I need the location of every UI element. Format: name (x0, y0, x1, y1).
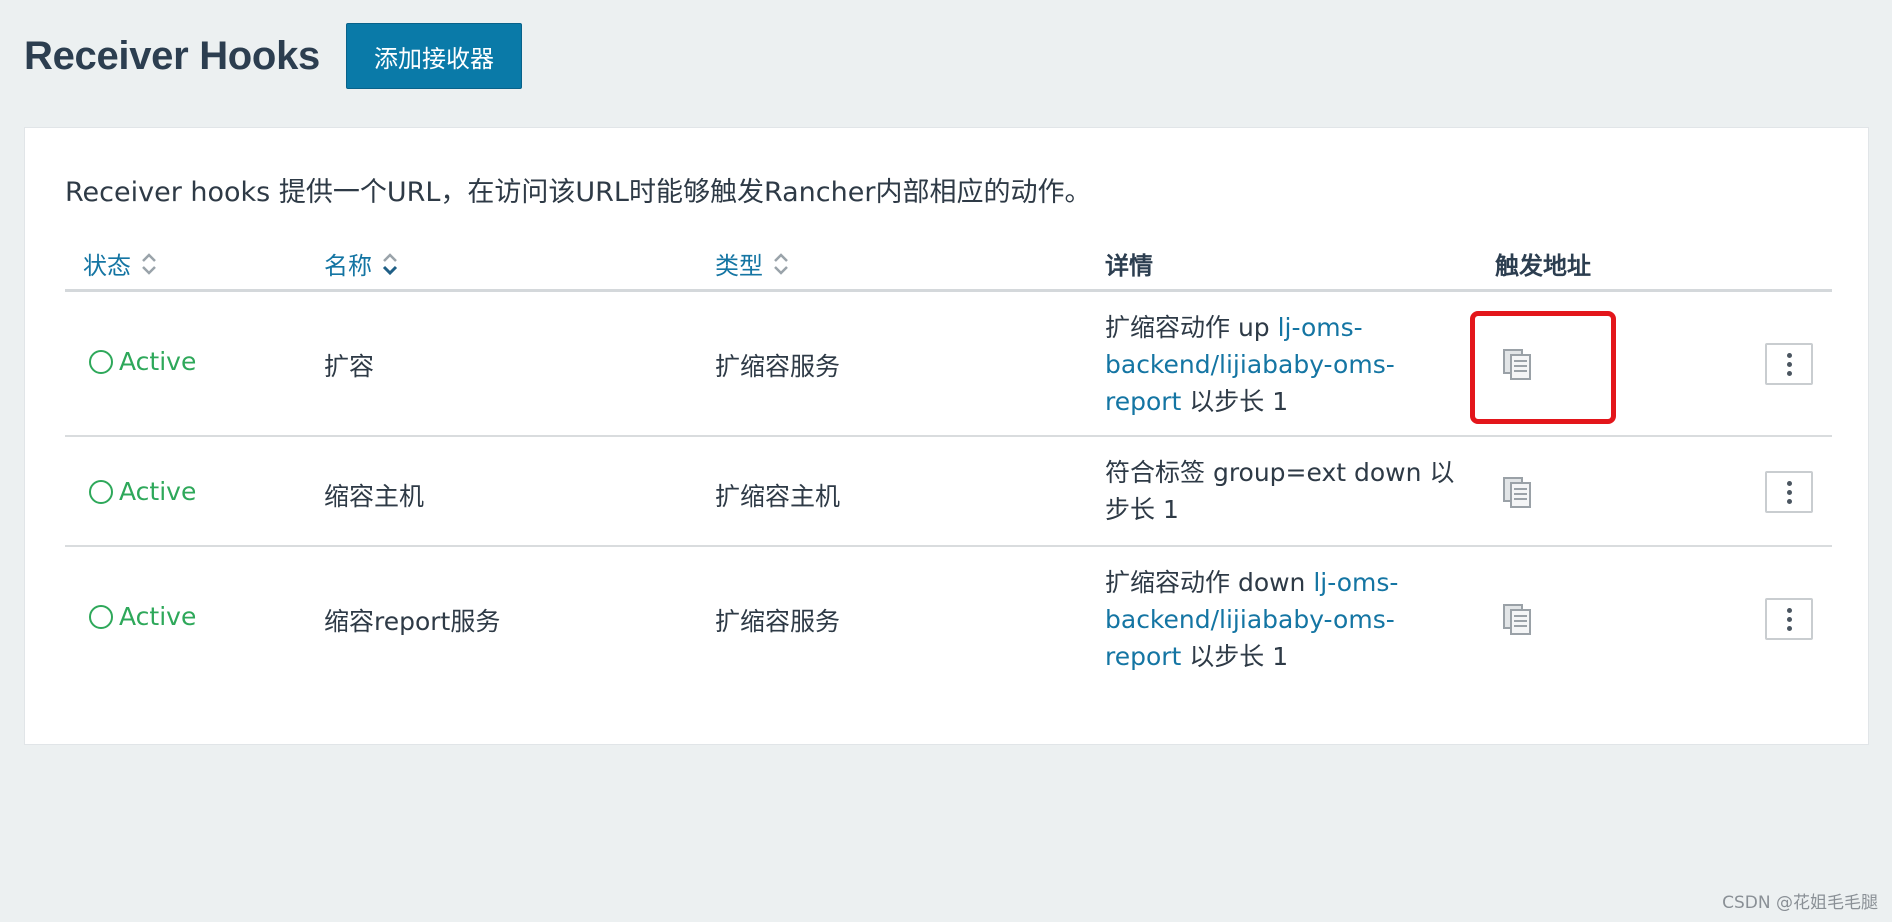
column-header-state[interactable]: 状态 (83, 238, 157, 289)
details-text: 符合标签 group=ext down 以步长 1 (1105, 458, 1455, 524)
receiver-hooks-table: 状态 名称 类型 详情 触发地址 Active 扩容 扩缩容服务 扩缩容动作 u… (65, 238, 1832, 677)
table-row: Active 缩容report服务 扩缩容服务 扩缩容动作 down lj-om… (65, 547, 1832, 677)
column-header-type-label: 类型 (715, 252, 763, 280)
column-header-details: 详情 (1105, 252, 1153, 280)
column-header-name-label: 名称 (324, 252, 372, 280)
row-actions-button[interactable] (1765, 471, 1813, 513)
status-text: Active (119, 477, 197, 506)
page-title: Receiver Hooks (24, 33, 320, 78)
table-row: Active 缩容主机 扩缩容主机 符合标签 group=ext down 以步… (65, 437, 1832, 547)
circle-icon (89, 604, 113, 629)
column-header-name[interactable]: 名称 (324, 238, 398, 289)
column-header-trigger-url: 触发地址 (1495, 252, 1591, 280)
details-text: 扩缩容动作 down (1105, 568, 1314, 597)
copy-trigger-url-button[interactable] (1502, 602, 1534, 642)
add-receiver-button[interactable]: 添加接收器 (345, 23, 522, 89)
column-header-type[interactable]: 类型 (715, 238, 789, 289)
receiver-hooks-panel: Receiver hooks 提供一个URL，在访问该URL时能够触发Ranch… (24, 127, 1869, 745)
hook-name: 扩容 (324, 352, 375, 381)
row-actions-button[interactable] (1765, 343, 1813, 385)
hook-type: 扩缩容主机 (715, 482, 841, 511)
hook-type: 扩缩容服务 (715, 352, 841, 381)
hook-details: 符合标签 group=ext down 以步长 1 (1105, 454, 1465, 528)
vertical-dots-icon (1786, 480, 1792, 486)
panel-description: Receiver hooks 提供一个URL，在访问该URL时能够触发Ranch… (65, 177, 1092, 208)
vertical-dots-icon (1786, 607, 1792, 613)
status-badge: Active (89, 347, 196, 376)
row-actions-button[interactable] (1765, 598, 1813, 640)
hook-details: 扩缩容动作 up lj-oms-backend/lijiababy-oms-re… (1105, 309, 1465, 420)
status-badge: Active (89, 602, 196, 631)
table-header: 状态 名称 类型 详情 触发地址 (65, 238, 1832, 292)
page-header: Receiver Hooks 添加接收器 (24, 23, 522, 89)
sort-icon (382, 252, 398, 275)
hook-name: 缩容主机 (324, 482, 425, 511)
details-text: 扩缩容动作 up (1105, 313, 1278, 342)
copy-icon (1503, 477, 1531, 508)
status-text: Active (119, 347, 197, 376)
hook-name: 缩容report服务 (324, 607, 501, 636)
details-text: 以步长 1 (1181, 642, 1289, 671)
hook-type: 扩缩容服务 (715, 607, 841, 636)
hook-details: 扩缩容动作 down lj-oms-backend/lijiababy-oms-… (1105, 564, 1465, 675)
copy-trigger-url-button[interactable] (1502, 475, 1534, 515)
status-text: Active (119, 602, 197, 631)
copy-icon (1503, 604, 1531, 635)
column-header-state-label: 状态 (83, 252, 131, 280)
highlight-annotation (1470, 311, 1616, 424)
circle-icon (89, 349, 113, 374)
watermark: CSDN @花姐毛毛腿 (1722, 893, 1878, 913)
circle-icon (89, 479, 113, 504)
sort-icon (142, 252, 156, 275)
sort-icon (774, 252, 788, 275)
vertical-dots-icon (1786, 352, 1792, 358)
status-badge: Active (89, 477, 196, 506)
details-text: 以步长 1 (1181, 387, 1289, 416)
